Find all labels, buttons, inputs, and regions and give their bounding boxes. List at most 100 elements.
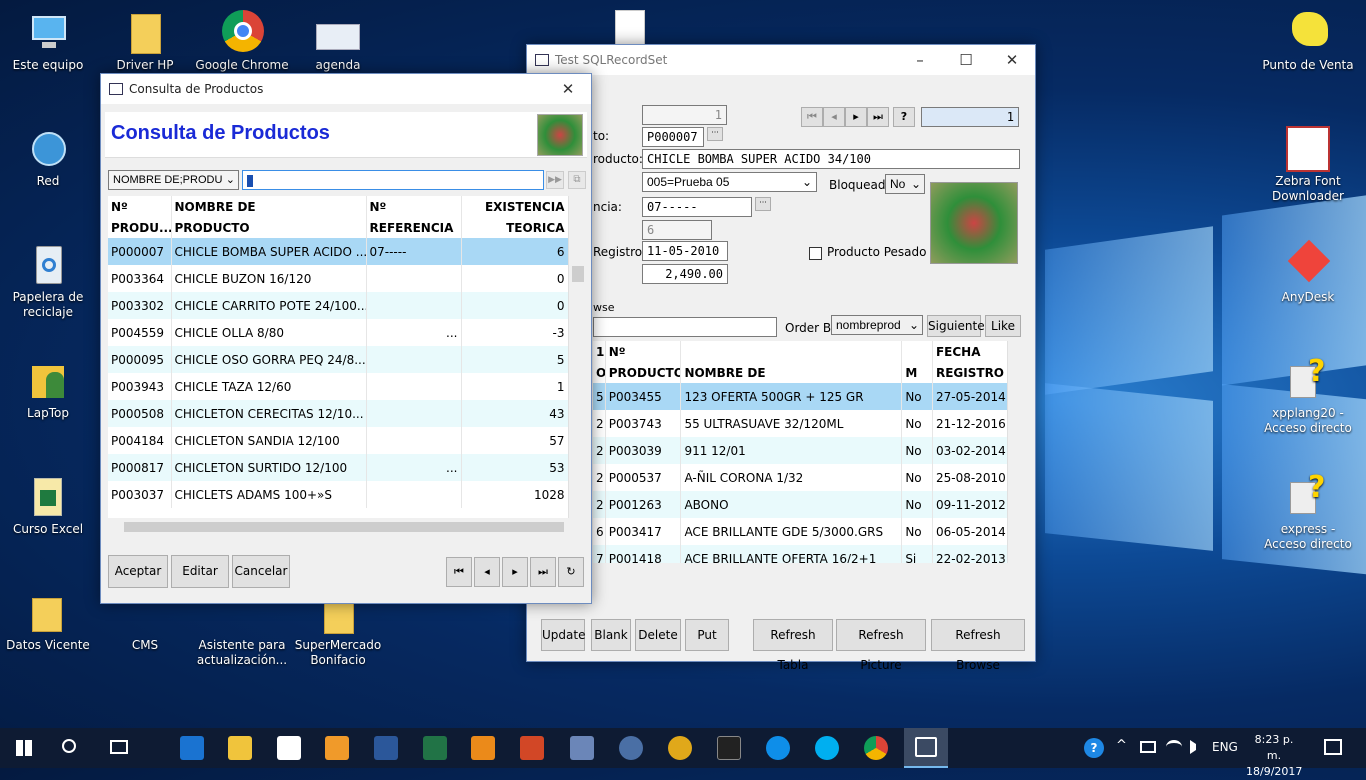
column-header[interactable]: O bbox=[593, 362, 606, 383]
desktop-icon-curso-excel[interactable]: Curso Excel bbox=[0, 474, 96, 537]
search-go-icon[interactable]: ▶▶ bbox=[546, 171, 564, 189]
help-button[interactable]: ? bbox=[893, 107, 915, 127]
blank-file-icon[interactable] bbox=[615, 10, 645, 46]
column-header[interactable]: Nº bbox=[366, 196, 462, 217]
order-by-select[interactable]: nombreprod ⌄ bbox=[831, 315, 923, 335]
precio-field[interactable]: 2,490.00 bbox=[642, 264, 728, 284]
file-explorer-icon[interactable] bbox=[228, 736, 252, 760]
referencia-field[interactable]: 07----- bbox=[642, 197, 752, 217]
media-player-icon[interactable] bbox=[325, 736, 349, 760]
last-page-button[interactable]: ⏭ bbox=[530, 557, 556, 587]
browse-search-input[interactable] bbox=[593, 317, 777, 337]
delete-button[interactable]: Delete bbox=[635, 619, 681, 651]
cancelar-button[interactable]: Cancelar bbox=[232, 555, 290, 588]
refresh-button[interactable]: ↻ bbox=[558, 557, 584, 587]
horizontal-scrollbar[interactable] bbox=[108, 518, 586, 536]
last-record-button[interactable]: ⏭ bbox=[867, 107, 889, 127]
column-header[interactable]: M bbox=[901, 362, 933, 383]
codigo-field[interactable]: P000007 bbox=[642, 127, 704, 147]
table-row[interactable]: P004184 CHICLETON SANDIA 12/100 57 bbox=[108, 427, 569, 454]
teamviewer-icon[interactable] bbox=[766, 736, 790, 760]
skype-icon[interactable] bbox=[815, 736, 839, 760]
put-button[interactable]: Put bbox=[685, 619, 729, 651]
fecha-field[interactable]: 11-05-2010 bbox=[642, 241, 728, 261]
producto-field[interactable]: CHICLE BOMBA SUPER ACIDO 34/100 bbox=[642, 149, 1020, 169]
column-header[interactable] bbox=[901, 341, 933, 362]
scroll-thumb[interactable] bbox=[124, 522, 564, 532]
outlook-icon[interactable] bbox=[471, 736, 495, 760]
volume-icon[interactable] bbox=[1190, 740, 1204, 754]
column-header[interactable]: PRODU... bbox=[108, 217, 172, 238]
desktop-icon-laptop[interactable]: LapTop bbox=[0, 358, 96, 421]
record-nav-field[interactable]: 1 bbox=[921, 107, 1019, 127]
close-button[interactable]: ✕ bbox=[545, 80, 591, 98]
prev-record-button[interactable]: ◂ bbox=[823, 107, 845, 127]
bloqueado-select[interactable]: No ⌄ bbox=[885, 174, 925, 194]
product-grid[interactable]: Nº NOMBRE DE Nº EXISTENCIA PRODU... PROD… bbox=[108, 196, 586, 536]
familia-select[interactable]: 005=Prueba 05 ⌄ bbox=[642, 172, 817, 192]
table-row[interactable]: 5 P003455 123 OFERTA 500GR + 125 GR No 27-05… bbox=[593, 383, 1023, 410]
column-header[interactable]: FECHA bbox=[932, 341, 1009, 362]
wifi-icon[interactable] bbox=[1166, 740, 1182, 754]
column-header[interactable]: NOMBRE DE bbox=[680, 362, 903, 383]
store-icon[interactable] bbox=[277, 736, 301, 760]
table-row[interactable]: P000007 CHICLE BOMBA SUPER ACIDO ... 07---… bbox=[108, 238, 569, 265]
first-page-button[interactable]: ⏮ bbox=[446, 557, 472, 587]
column-header[interactable]: TEORICA bbox=[461, 217, 569, 238]
column-header[interactable]: 1 bbox=[593, 341, 606, 362]
table-row[interactable]: 2 P000537 A-ÑIL CORONA 1/32 No 25-08-2010 bbox=[593, 464, 1023, 491]
table-row[interactable]: P003037 CHICLETS ADAMS 100+»S 1028 bbox=[108, 481, 569, 508]
table-row[interactable]: P000095 CHICLE OSO GORRA PEQ 24/8... 5 bbox=[108, 346, 569, 373]
desktop-icon-punto-de-venta[interactable]: Punto de Venta bbox=[1260, 10, 1356, 73]
producto-pesado-checkbox[interactable] bbox=[809, 247, 822, 260]
table-row[interactable]: P000508 CHICLETON CERECITAS 12/10... 43 bbox=[108, 400, 569, 427]
close-button[interactable]: ✕ bbox=[989, 51, 1035, 69]
vertical-scrollbar[interactable] bbox=[1007, 341, 1023, 563]
next-page-button[interactable]: ▸ bbox=[502, 557, 528, 587]
desktop-icon-driver-hp[interactable]: Driver HP bbox=[97, 10, 193, 73]
active-app-taskbar-button[interactable] bbox=[904, 728, 948, 768]
table-row[interactable]: 6 P003417 ACE BRILLANTE GDE 5/3000.GRS No 06… bbox=[593, 518, 1023, 545]
prev-page-button[interactable]: ◂ bbox=[474, 557, 500, 587]
windows-start-icon[interactable] bbox=[16, 740, 32, 756]
search-input[interactable] bbox=[242, 170, 544, 190]
powerpoint-icon[interactable] bbox=[520, 736, 544, 760]
terminal-icon[interactable] bbox=[717, 736, 741, 760]
chevron-up-icon[interactable]: ^ bbox=[1116, 738, 1127, 753]
desktop-icon-datos-vicente[interactable]: Datos Vicente bbox=[0, 590, 96, 653]
first-record-button[interactable]: ⏮ bbox=[801, 107, 823, 127]
clear-search-icon[interactable]: ⧉ bbox=[568, 171, 586, 189]
notifications-icon[interactable] bbox=[1324, 739, 1342, 755]
desktop-icon-este-equipo[interactable]: Este equipo bbox=[0, 10, 96, 73]
language-indicator[interactable]: ENG bbox=[1212, 740, 1238, 754]
column-header[interactable]: NOMBRE DE bbox=[171, 196, 367, 217]
search-icon[interactable] bbox=[62, 739, 76, 753]
clock[interactable]: 8:23 p. m. 18/9/2017 bbox=[1246, 732, 1302, 780]
maximize-button[interactable]: ☐ bbox=[943, 51, 989, 69]
siguiente-button[interactable]: Siguiente bbox=[927, 315, 985, 337]
desktop-icon-express[interactable]: ? express - Acceso directo bbox=[1260, 472, 1356, 552]
refresh-tabla-button[interactable]: Refresh Tabla bbox=[753, 619, 833, 672]
browse-grid[interactable]: 1 Nº FECHA E O PRODUCTO NOMBRE DE M REGI… bbox=[593, 341, 1023, 581]
remote-desktop-icon[interactable] bbox=[570, 736, 594, 760]
table-row[interactable]: P004559 CHICLE OLLA 8/80... -3 bbox=[108, 319, 569, 346]
editar-button[interactable]: Editar bbox=[171, 555, 229, 588]
word-icon[interactable] bbox=[374, 736, 398, 760]
battery-icon[interactable] bbox=[1140, 741, 1156, 753]
desktop-icon-chrome[interactable]: Google Chrome bbox=[194, 10, 290, 73]
aceptar-button[interactable]: Aceptar bbox=[108, 555, 168, 588]
desktop-icon-red[interactable]: Red bbox=[0, 126, 96, 189]
column-header[interactable]: PRODUCTO bbox=[605, 362, 682, 383]
table-row[interactable]: P003364 CHICLE BUZON 16/120 0 bbox=[108, 265, 569, 292]
help-icon[interactable]: ? bbox=[1084, 738, 1104, 758]
update-button[interactable]: Update bbox=[541, 619, 585, 651]
chrome-icon[interactable] bbox=[864, 736, 888, 760]
table-row[interactable]: 2 P001263 ABONO No 09-11-2012 bbox=[593, 491, 1023, 518]
table-row[interactable]: 2 P003743 55 ULTRASUAVE 32/120ML No 21-12-20… bbox=[593, 410, 1023, 437]
desktop-icon-xpplang[interactable]: ? xpplang20 - Acceso directo bbox=[1260, 356, 1356, 436]
blank-button[interactable]: Blank bbox=[591, 619, 631, 651]
scroll-thumb[interactable] bbox=[572, 266, 584, 282]
table-row[interactable]: P000817 CHICLETON SURTIDO 12/100... 53 bbox=[108, 454, 569, 481]
desktop-icon-agenda[interactable]: agenda bbox=[290, 10, 386, 73]
database-icon[interactable] bbox=[619, 736, 643, 760]
